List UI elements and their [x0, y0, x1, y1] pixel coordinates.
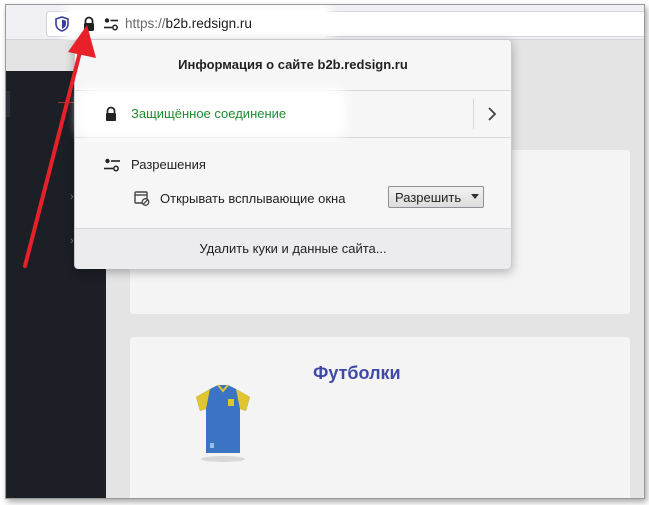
site-info-popup: Информация о сайте b2b.redsign.ru Защищё…: [74, 39, 512, 269]
popup-title: Информация о сайте b2b.redsign.ru: [75, 40, 511, 91]
connection-row[interactable]: Защищённое соединение: [75, 91, 511, 138]
address-bar[interactable]: https://b2b.redsign.ru: [46, 9, 644, 39]
lock-icon: [106, 106, 116, 121]
connection-status: Защищённое соединение: [131, 106, 287, 121]
chevron-right-icon[interactable]: [487, 104, 497, 124]
permission-value: Разрешить: [395, 190, 462, 205]
permission-label: Открывать всплывающие окна: [160, 191, 346, 206]
url-prefix: https://: [125, 16, 166, 31]
permissions-heading: Разрешения: [131, 157, 206, 172]
chevron-down-icon: [471, 194, 479, 199]
permissions-icon[interactable]: [102, 15, 120, 33]
browser-window: https://b2b.redsign.ru › › Футболки Инфо…: [5, 4, 645, 499]
shield-icon[interactable]: [54, 16, 70, 32]
tshirt-image[interactable]: [188, 379, 258, 465]
browser-toolbar: https://b2b.redsign.ru: [6, 5, 644, 40]
sidebar-stub: [6, 91, 10, 117]
permissions-icon: [104, 158, 120, 172]
product-card-tshirts[interactable]: Футболки: [130, 337, 630, 498]
url-text[interactable]: https://b2b.redsign.ru: [125, 16, 252, 31]
divider: [473, 99, 474, 129]
permission-select[interactable]: Разрешить: [388, 186, 484, 208]
card-title[interactable]: Футболки: [313, 363, 401, 384]
clear-cookies-button[interactable]: Удалить куки и данные сайта...: [75, 228, 511, 269]
lock-icon[interactable]: [80, 15, 98, 33]
url-domain: b2b.redsign.ru: [165, 16, 252, 31]
popup-window-icon: [134, 191, 150, 206]
